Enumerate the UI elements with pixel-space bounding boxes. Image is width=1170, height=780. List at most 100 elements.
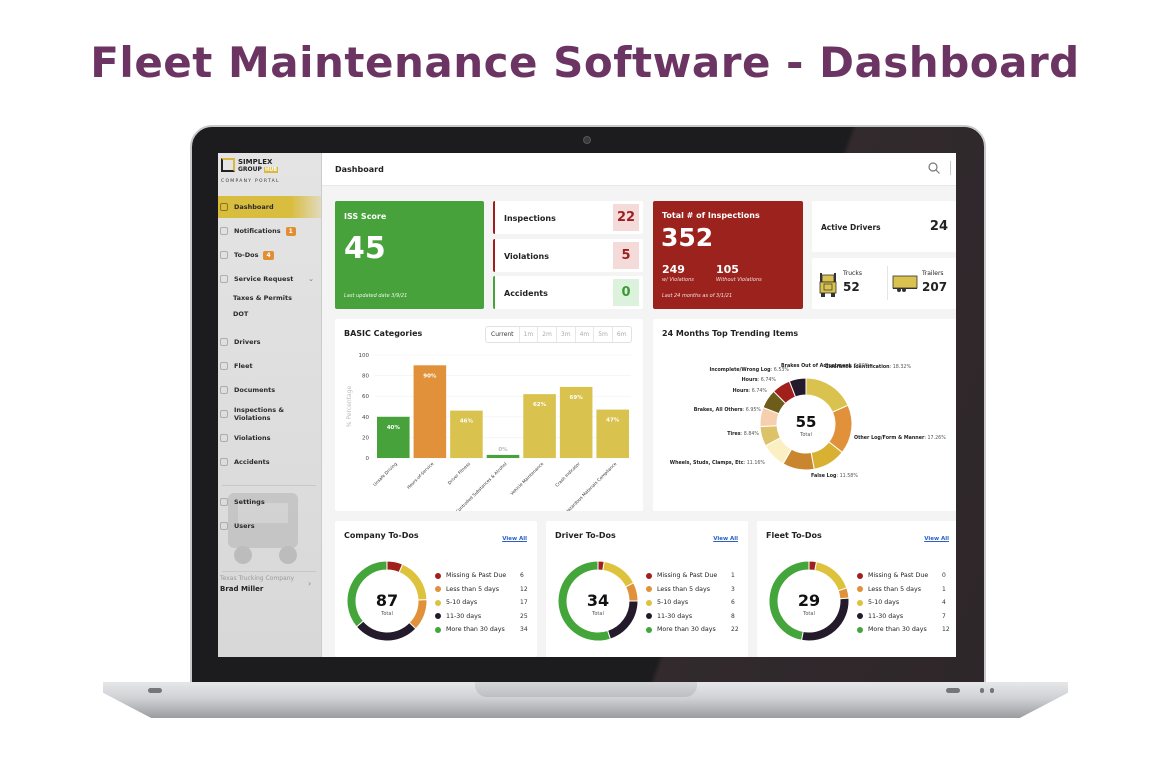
legend-item[interactable]: 5-10 days 4: [857, 596, 950, 610]
legend-label: Missing & Past Due: [446, 572, 507, 580]
range-tab-2m[interactable]: 2m: [537, 327, 556, 342]
donut-slice[interactable]: [355, 620, 417, 642]
driver-todos-panel: Driver To-Dos View All 34 Total Missing & Pa…: [546, 521, 748, 657]
donut-slice[interactable]: [606, 600, 639, 640]
range-tab-current[interactable]: Current: [486, 327, 519, 342]
legend-count: 6: [731, 599, 735, 607]
basic-categories-bar-chart: 0 20 40 60 80 100 % Percentage 40% Unsafe Drivin…: [346, 353, 631, 511]
sidebar-item-fleet[interactable]: Fleet: [218, 355, 321, 377]
view-all-link[interactable]: View All: [502, 536, 527, 542]
bar[interactable]: [486, 454, 520, 458]
sidebar-item-accidents[interactable]: Accidents: [218, 451, 321, 473]
slice-label-value: 18.32%: [893, 364, 912, 370]
slice-label-value: 11.16%: [747, 460, 766, 466]
active-drivers-card[interactable]: Active Drivers 24: [812, 201, 956, 252]
sidebar-item-dashboard[interactable]: Dashboard: [218, 196, 321, 218]
legend-item[interactable]: More than 30 days 22: [646, 623, 739, 637]
sidebar-item-users[interactable]: Users: [218, 515, 321, 537]
range-tab-3m[interactable]: 3m: [555, 327, 575, 342]
sidebar-divider: [222, 485, 316, 486]
iss-score-card[interactable]: ISS Score 45 Last updated date 3/9/21: [335, 201, 484, 309]
donut-slice[interactable]: [814, 561, 848, 592]
legend-dot-icon: [435, 599, 441, 606]
sidebar-item-notifications[interactable]: Notifications 1: [218, 220, 321, 242]
legend-item[interactable]: Missing & Past Due 0: [857, 569, 950, 583]
slice-label-value: 6.74%: [761, 377, 777, 383]
legend-item[interactable]: More than 30 days 34: [435, 623, 528, 637]
legend-count: 22: [731, 626, 739, 634]
view-all-link[interactable]: View All: [713, 536, 738, 542]
sidebar-item-label: Taxes & Permits: [233, 294, 293, 302]
legend-item[interactable]: Missing & Past Due 1: [646, 569, 739, 583]
legend-count: 25: [520, 612, 528, 620]
legend-item[interactable]: 11-30 days 8: [646, 610, 739, 624]
slice-label-name: Brakes Out of Adjustment: [781, 363, 852, 369]
legend-item[interactable]: 11-30 days 7: [857, 610, 950, 624]
legend-item[interactable]: Less than 5 days 1: [857, 583, 950, 597]
range-tab-1m[interactable]: 1m: [518, 327, 538, 342]
legend-count: 1: [942, 585, 946, 593]
slice-label-name: Brakes, All Others: [694, 407, 743, 413]
sidebar-item-label: Accidents: [234, 458, 270, 466]
slice-label-name: Tires: [727, 431, 741, 437]
sidebar-item-settings[interactable]: Settings: [218, 491, 321, 513]
trailers-value: 207: [922, 280, 948, 294]
slice-label: Incomplete/Wrong Log: 6.53%: [709, 367, 789, 373]
legend-label: 11-30 days: [657, 612, 693, 620]
document-icon: [220, 434, 228, 442]
slice-label: Brakes Out of Adjustment: 5.89%: [781, 363, 870, 369]
iss-score-value: 45: [344, 231, 386, 266]
donut-slice[interactable]: [602, 560, 635, 588]
donut-slice[interactable]: [805, 377, 849, 413]
legend-item[interactable]: Less than 5 days 3: [646, 583, 739, 597]
sidebar-item-label: Fleet: [234, 362, 253, 370]
sidebar-item-documents[interactable]: Documents: [218, 379, 321, 401]
y-tick-label: 40: [362, 415, 369, 421]
slice-label-value: 5.89%: [854, 363, 870, 369]
sidebar-item-drivers[interactable]: Drivers: [218, 331, 321, 353]
chevron-right-icon[interactable]: ›: [308, 579, 311, 588]
legend-item[interactable]: More than 30 days 12: [857, 623, 950, 637]
accidents-stat-card[interactable]: Accidents 0: [493, 276, 643, 309]
legend-item[interactable]: 5-10 days 6: [646, 596, 739, 610]
legend-item[interactable]: 11-30 days 25: [435, 610, 528, 624]
sidebar-item-dot[interactable]: DOT: [218, 303, 321, 325]
briefcase-icon: [220, 275, 228, 283]
violations-stat-card[interactable]: Violations 5: [493, 239, 643, 272]
top-bar: Dashboard: [322, 153, 956, 186]
donut-slice[interactable]: [624, 582, 639, 602]
sidebar-item-violations[interactable]: Violations: [218, 427, 321, 449]
legend-count: 3: [731, 585, 735, 593]
total-inspections-card[interactable]: Total # of Inspections 352 249 w/ Violat…: [653, 201, 803, 309]
y-tick-label: 80: [362, 374, 369, 380]
legend-label: Less than 5 days: [446, 585, 500, 593]
range-tab-6m[interactable]: 6m: [611, 327, 631, 342]
donut-center-label: Total: [799, 432, 812, 438]
todo-total-label: Total: [591, 611, 604, 617]
vehicles-card[interactable]: Trucks 52 Trailers 207: [812, 258, 956, 309]
legend-item[interactable]: 5-10 days 17: [435, 596, 528, 610]
range-tab-5m[interactable]: 5m: [593, 327, 612, 342]
user-name[interactable]: Brad Miller: [220, 585, 263, 593]
donut-slice[interactable]: [398, 563, 428, 601]
sidebar-item-to-dos[interactable]: To-Dos 4: [218, 244, 321, 266]
range-tab-4m[interactable]: 4m: [574, 327, 594, 342]
iss-score-label: ISS Score: [344, 212, 387, 221]
logo-mark-icon: [221, 158, 235, 172]
slice-label-value: 6.95%: [746, 407, 762, 413]
bar-value-label: 46%: [460, 419, 474, 425]
search-icon[interactable]: [928, 162, 940, 174]
sidebar-item-inspections-violations[interactable]: Inspections & Violations: [218, 403, 321, 425]
legend-item[interactable]: Missing & Past Due 6: [435, 569, 528, 583]
view-all-link[interactable]: View All: [924, 536, 949, 542]
bar[interactable]: [377, 416, 410, 458]
chevron-down-icon[interactable]: ⌄: [308, 275, 314, 283]
x-tick-label: Vehicle Maintenance: [509, 461, 545, 497]
legend-item[interactable]: Less than 5 days 12: [435, 583, 528, 597]
legend-count: 7: [942, 612, 946, 620]
page-headline: Fleet Maintenance Software - Dashboard: [90, 38, 1080, 87]
time-range-selector: Current 1m 2m 3m 4m 5m 6m: [485, 326, 632, 343]
stat-label: Violations: [504, 252, 549, 261]
sidebar-item-label: Service Request: [234, 275, 294, 283]
inspections-stat-card[interactable]: Inspections 22: [493, 201, 643, 234]
